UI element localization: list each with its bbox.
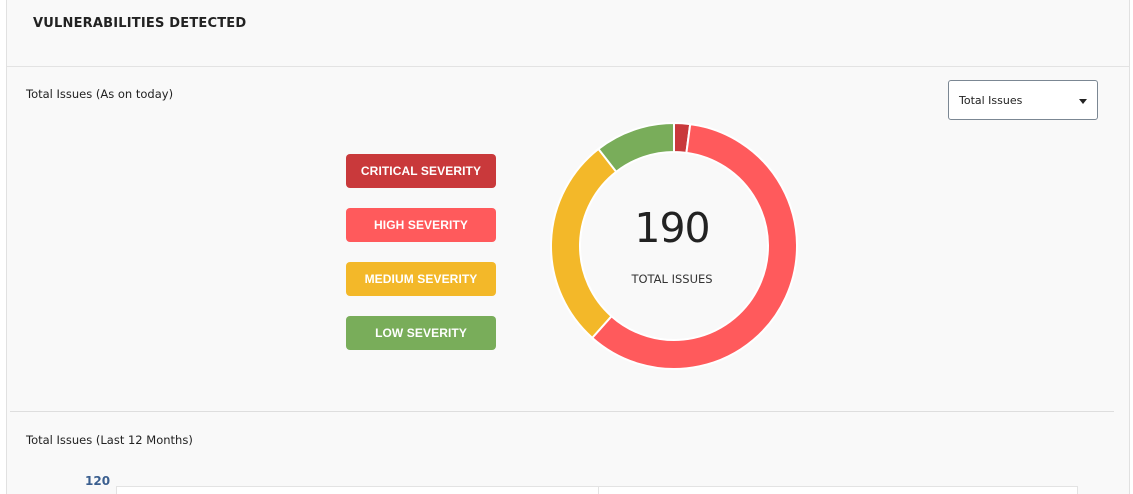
legend-high-severity[interactable]: HIGH SEVERITY — [346, 208, 496, 242]
donut-slice-low-severity[interactable] — [597, 121, 675, 174]
y-axis-tick-label: 120 — [85, 474, 111, 488]
caret-down-icon — [1079, 99, 1087, 104]
total-issues-value: 190 — [634, 204, 710, 252]
issues-type-dropdown[interactable]: Total Issues — [948, 80, 1098, 120]
total-issues-12-months-label: Total Issues (Last 12 Months) — [26, 433, 193, 447]
panel-title: VULNERABILITIES DETECTED — [33, 16, 247, 31]
total-issues-caption: TOTAL ISSUES — [631, 272, 713, 286]
total-issues-today-label: Total Issues (As on today) — [26, 87, 174, 101]
legend-critical-severity[interactable]: CRITICAL SEVERITY — [346, 154, 496, 188]
legend-low-severity[interactable]: LOW SEVERITY — [346, 316, 496, 350]
chart-gridline — [598, 487, 599, 494]
legend-medium-severity[interactable]: MEDIUM SEVERITY — [346, 262, 496, 296]
header-divider — [7, 66, 1129, 67]
monthly-trend-chart — [116, 486, 1078, 494]
dropdown-selected-value: Total Issues — [959, 93, 1023, 107]
section-divider — [10, 411, 1114, 412]
